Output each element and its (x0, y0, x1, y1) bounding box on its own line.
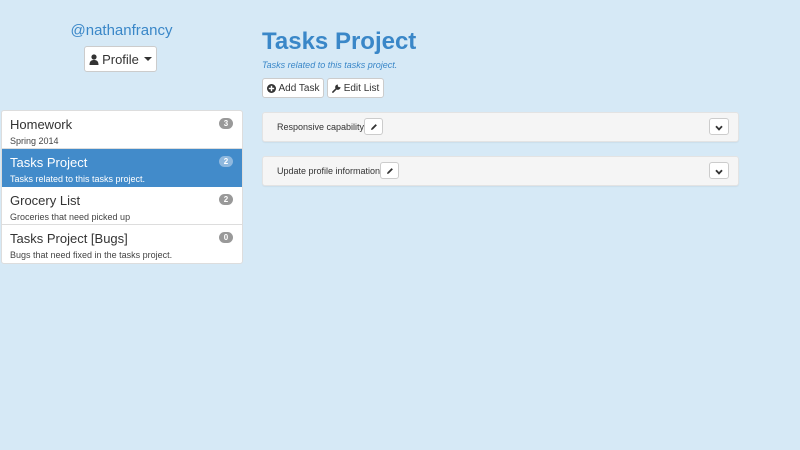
list-item-homework[interactable]: Homework Spring 2014 3 (2, 111, 242, 149)
add-task-label: Add Task (278, 82, 320, 94)
plus-circle-icon (266, 83, 276, 93)
chevron-down-icon (715, 162, 723, 180)
list-item-grocery-list[interactable]: Grocery List Groceries that need picked … (2, 187, 242, 225)
list-item-tasks-project[interactable]: Tasks Project Tasks related to this task… (2, 149, 242, 187)
list-item-title: Homework (10, 117, 73, 132)
edit-list-label: Edit List (343, 82, 380, 94)
pencil-icon (386, 162, 394, 180)
edit-list-button[interactable]: Edit List (327, 78, 384, 98)
count-badge: 2 (219, 194, 233, 205)
task-item: Update profile information (262, 156, 739, 186)
wrench-icon (331, 83, 341, 93)
list-item-title: Tasks Project [Bugs] (10, 231, 128, 246)
page-title: Tasks Project (262, 28, 417, 55)
count-badge: 0 (219, 232, 233, 243)
edit-task-button[interactable] (380, 162, 399, 179)
task-label: Update profile information (277, 166, 381, 176)
profile-dropdown-button[interactable]: Profile (84, 46, 157, 72)
task-label: Responsive capability (277, 122, 365, 132)
chevron-down-icon (715, 118, 723, 136)
expand-task-button[interactable] (709, 118, 729, 135)
username: @nathanfrancy (70, 22, 173, 39)
pencil-icon (370, 118, 378, 136)
list-item-subtitle: Spring 2014 (10, 136, 59, 146)
caret-down-icon (143, 57, 152, 61)
list-item-subtitle: Groceries that need picked up (10, 212, 131, 222)
list-item-subtitle: Bugs that need fixed in the tasks projec… (10, 250, 173, 260)
expand-task-button[interactable] (709, 162, 729, 179)
profile-label: Profile (102, 51, 139, 67)
page-subtitle: Tasks related to this tasks project. (262, 60, 398, 70)
count-badge: 2 (219, 156, 233, 167)
edit-task-button[interactable] (364, 118, 383, 135)
task-item: Responsive capability (262, 112, 739, 142)
list-item-title: Grocery List (10, 193, 81, 208)
task-lists: Homework Spring 2014 3 Tasks Project Tas… (1, 110, 243, 264)
add-task-button[interactable]: Add Task (262, 78, 324, 98)
list-item-title: Tasks Project (10, 155, 88, 170)
user-icon (89, 53, 99, 65)
count-badge: 3 (219, 118, 233, 129)
list-item-tasks-project-bugs[interactable]: Tasks Project [Bugs] Bugs that need fixe… (2, 225, 242, 263)
list-item-subtitle: Tasks related to this tasks project. (10, 174, 146, 184)
